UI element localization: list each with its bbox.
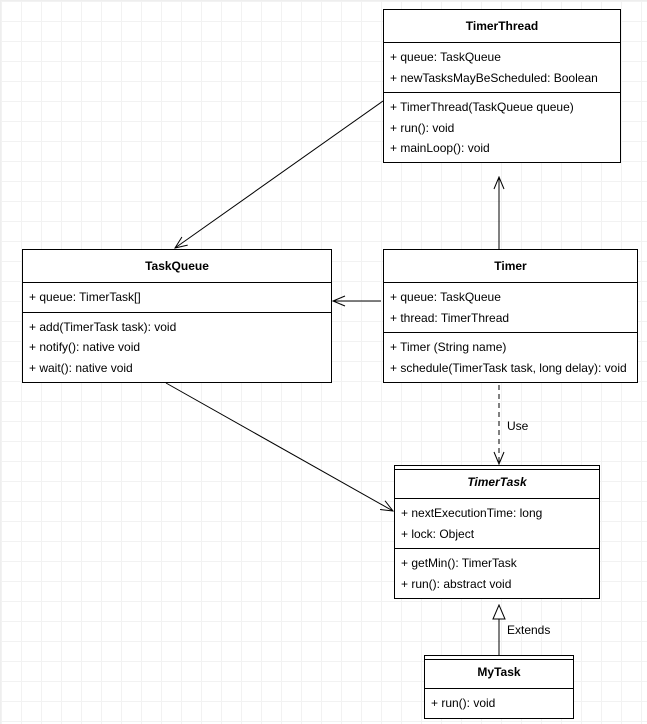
class-attributes: + nextExecutionTime: long + lock: Object — [395, 499, 599, 549]
class-operations: + TimerThread(TaskQueue queue) + run(): … — [384, 93, 620, 162]
relationship-label-use: Use — [507, 419, 528, 433]
operation: + notify(): native void — [29, 337, 325, 357]
operation: + add(TimerTask task): void — [29, 317, 325, 337]
class-attributes: + queue: TaskQueue + newTasksMayBeSchedu… — [384, 43, 620, 93]
operation: + Timer (String name) — [390, 337, 631, 357]
attribute: + lock: Object — [401, 524, 593, 544]
operation: + wait(): native void — [29, 358, 325, 378]
operation: + getMin(): TimerTask — [401, 553, 593, 573]
class-operations: + getMin(): TimerTask + run(): abstract … — [395, 549, 599, 598]
attribute: + newTasksMayBeScheduled: Boolean — [390, 68, 614, 88]
operation: + run(): void — [431, 693, 567, 713]
attribute: + nextExecutionTime: long — [401, 503, 593, 523]
edge-timerthread-to-taskqueue — [175, 101, 383, 248]
class-operations: + run(): void — [425, 689, 573, 717]
class-operations: + add(TimerTask task): void + notify(): … — [23, 313, 331, 382]
class-operations: + Timer (String name) + schedule(TimerTa… — [384, 333, 637, 382]
diagram-canvas: TimerThread + queue: TaskQueue + newTask… — [0, 0, 647, 724]
class-taskqueue: TaskQueue + queue: TimerTask[] + add(Tim… — [22, 249, 332, 383]
attribute: + queue: TaskQueue — [390, 287, 631, 307]
class-attributes: + queue: TimerTask[] — [23, 283, 331, 312]
operation: + TimerThread(TaskQueue queue) — [390, 97, 614, 117]
class-title: Timer — [384, 250, 637, 283]
class-title: TimerThread — [384, 10, 620, 43]
operation: + run(): abstract void — [401, 574, 593, 594]
class-title: TaskQueue — [23, 250, 331, 283]
operation: + run(): void — [390, 118, 614, 138]
class-mytask: MyTask + run(): void — [424, 655, 574, 719]
class-title: MyTask — [425, 656, 573, 689]
attribute: + queue: TimerTask[] — [29, 287, 325, 307]
attribute: + thread: TimerThread — [390, 308, 631, 328]
edge-taskqueue-to-timertask — [166, 383, 393, 511]
attribute: + queue: TaskQueue — [390, 47, 614, 67]
class-title: TimerTask — [395, 466, 599, 499]
class-timerthread: TimerThread + queue: TaskQueue + newTask… — [383, 9, 621, 163]
class-timertask: TimerTask + nextExecutionTime: long + lo… — [394, 465, 600, 599]
operation: + mainLoop(): void — [390, 138, 614, 158]
class-attributes: + queue: TaskQueue + thread: TimerThread — [384, 283, 637, 333]
relationship-label-extends: Extends — [507, 623, 550, 637]
class-timer: Timer + queue: TaskQueue + thread: Timer… — [383, 249, 638, 383]
operation: + schedule(TimerTask task, long delay): … — [390, 358, 631, 378]
